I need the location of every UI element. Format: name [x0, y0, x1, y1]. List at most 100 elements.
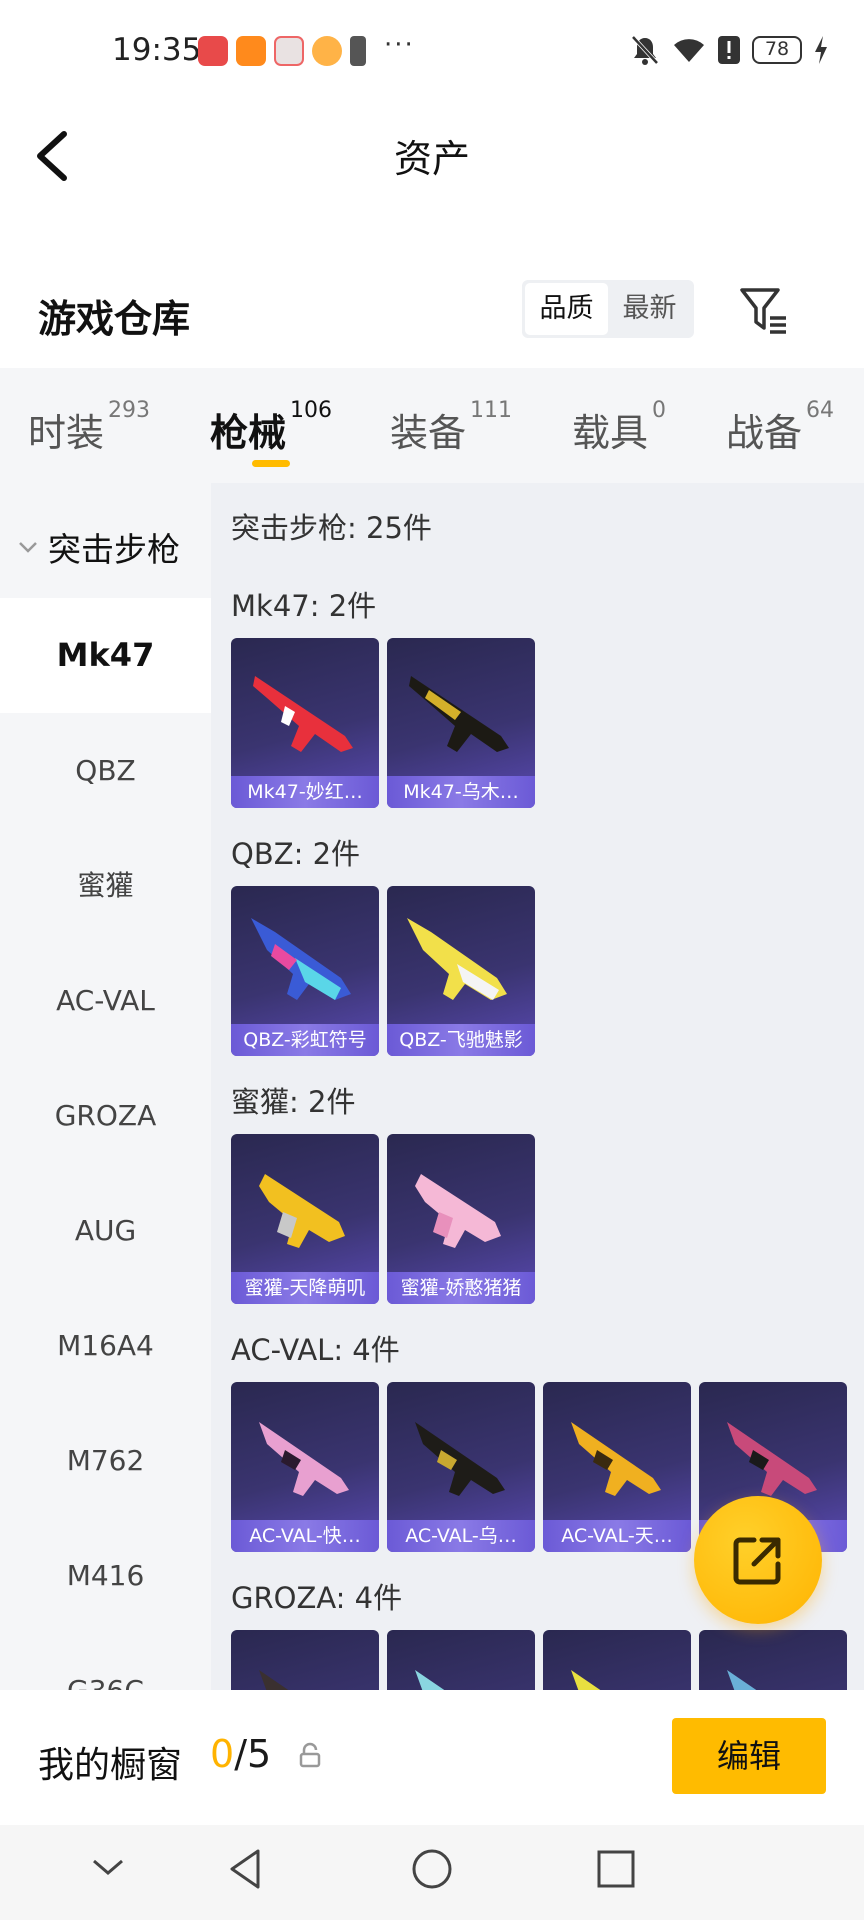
weapon-card[interactable]: Mk47-乌木… [387, 638, 535, 808]
rifle-icon [415, 1422, 505, 1496]
sidebar-item-m762[interactable]: M762 [0, 1403, 211, 1518]
weapon-card[interactable] [699, 1630, 847, 1690]
app-notification-icon [312, 36, 342, 66]
weapon-card[interactable]: 蜜獾-娇憨猪猪 [387, 1134, 535, 1304]
tab-count: 0 [652, 398, 667, 423]
tab-label: 载具 [572, 411, 649, 455]
header: 资产 [0, 110, 864, 200]
filter-button[interactable] [738, 284, 790, 336]
weapon-card-label: AC-VAL-快… [231, 1520, 379, 1552]
rifle-icon [259, 1174, 345, 1248]
app-notification-icon [198, 36, 228, 66]
status-app-icons [198, 36, 366, 66]
sidebar-item-mk47[interactable]: Mk47 [0, 598, 211, 713]
alert-icon [718, 36, 740, 64]
rifle-icon [407, 918, 507, 1000]
weapon-card[interactable]: Mk47-妙红… [231, 638, 379, 808]
share-external-icon [733, 1537, 781, 1585]
warehouse-row: 游戏仓库 品质 最新 [0, 270, 864, 350]
warehouse-title: 游戏仓库 [38, 297, 191, 341]
rifle-icon [259, 1670, 289, 1690]
weapon-card-label: AC-VAL-天… [543, 1520, 691, 1552]
tab-label: 战备 [726, 411, 803, 455]
tab-count: 111 [470, 398, 513, 423]
showcase-count: 0/5 [210, 1732, 271, 1776]
weapon-card[interactable]: QBZ-彩虹符号 [231, 886, 379, 1056]
weapon-card[interactable]: AC-VAL-乌… [387, 1382, 535, 1552]
sort-toggle: 品质 最新 [522, 280, 694, 338]
app-notification-icon [350, 36, 366, 66]
nav-back-icon[interactable] [224, 1847, 268, 1891]
tab-label: 枪械 [210, 411, 287, 455]
sidebar-item-m416[interactable]: M416 [0, 1518, 211, 1633]
tab-vehicles[interactable]: 载具0 [572, 398, 666, 457]
tab-count: 293 [108, 398, 151, 423]
sidebar-category-header[interactable]: 突击步枪 [16, 523, 180, 571]
category-tabs: 时装293 枪械106 装备111 载具0 战备64 [0, 368, 864, 483]
weapon-card-label: QBZ-飞驰魅影 [387, 1024, 535, 1056]
weapon-card[interactable]: 蜜獾-天降萌叽 [231, 1134, 379, 1304]
sidebar-item-m16a4[interactable]: M16A4 [0, 1288, 211, 1403]
rifle-icon [415, 1174, 501, 1248]
weapon-card-label: QBZ-彩虹符号 [231, 1024, 379, 1056]
tab-label: 时装 [28, 411, 105, 455]
share-fab-button[interactable] [694, 1496, 822, 1624]
group-title: Mk47: 2件 [231, 589, 377, 623]
rifle-icon [409, 676, 509, 752]
app-notification-icon [236, 36, 266, 66]
sidebar-item-groza[interactable]: GROZA [0, 1058, 211, 1173]
charging-icon [815, 36, 827, 64]
weapon-card-label: Mk47-妙红… [231, 776, 379, 808]
status-right: 78 [630, 34, 828, 66]
weapon-card[interactable] [231, 1630, 379, 1690]
system-nav-bar [0, 1825, 864, 1920]
page-title: 资产 [393, 137, 470, 181]
sidebar-item-aug[interactable]: AUG [0, 1173, 211, 1288]
weapon-card-label: AC-VAL-乌… [387, 1520, 535, 1552]
group-title: 蜜獾: 2件 [231, 1085, 356, 1119]
group-title: AC-VAL: 4件 [231, 1333, 400, 1367]
tab-count: 106 [290, 398, 333, 423]
sidebar-item-ac-val[interactable]: AC-VAL [0, 943, 211, 1058]
status-time: 19:35 [112, 32, 202, 68]
weapon-card[interactable] [543, 1630, 691, 1690]
sort-newest-button[interactable]: 最新 [608, 283, 691, 335]
tab-label: 装备 [390, 411, 467, 455]
rifle-icon [259, 1422, 349, 1496]
showcase-current: 0 [210, 1732, 235, 1776]
nav-recents-icon[interactable] [594, 1847, 638, 1891]
edit-button[interactable]: 编辑 [672, 1718, 826, 1794]
tab-equipment[interactable]: 装备111 [390, 398, 512, 457]
more-notifications-icon: ··· [384, 30, 415, 60]
sidebar-item-qbz[interactable]: QBZ [0, 713, 211, 828]
tab-count: 64 [806, 398, 835, 423]
tab-weapons[interactable]: 枪械106 [210, 398, 332, 457]
weapon-card[interactable]: AC-VAL-快… [231, 1382, 379, 1552]
chevron-down-icon [19, 542, 37, 553]
sidebar-item-honey-badger[interactable]: 蜜獾 [0, 828, 211, 943]
chevron-down-icon[interactable] [88, 1847, 128, 1887]
group-title: GROZA: 4件 [231, 1581, 403, 1615]
sidebar-item-g36c[interactable]: G36C [0, 1633, 211, 1690]
weapon-card[interactable]: AC-VAL-天… [543, 1382, 691, 1552]
weapon-sidebar: 突击步枪 Mk47 QBZ 蜜獾 AC-VAL GROZA AUG M16A4 … [0, 483, 211, 1690]
showcase-label: 我的橱窗 [38, 1745, 183, 1786]
nav-home-icon[interactable] [410, 1847, 454, 1891]
tab-tactical[interactable]: 战备64 [726, 398, 834, 457]
sort-quality-button[interactable]: 品质 [525, 283, 608, 335]
showcase-bar: 我的橱窗 0/5 编辑 [0, 1690, 864, 1825]
weapon-card-label: 蜜獾-天降萌叽 [231, 1272, 379, 1304]
mute-icon [631, 35, 659, 65]
sidebar-category-label: 突击步枪 [48, 530, 180, 569]
weapon-card-label: Mk47-乌木… [387, 776, 535, 808]
rifle-icon [415, 1670, 445, 1690]
battery-indicator: 78 [752, 36, 802, 64]
weapon-card[interactable] [387, 1630, 535, 1690]
wifi-icon [674, 39, 704, 62]
weapon-card[interactable]: QBZ-飞驰魅影 [387, 886, 535, 1056]
tab-fashion[interactable]: 时装293 [28, 398, 150, 457]
rifle-icon [571, 1670, 601, 1690]
app-notification-icon [274, 36, 304, 66]
filter-icon [740, 288, 786, 334]
rifle-icon [727, 1670, 757, 1690]
